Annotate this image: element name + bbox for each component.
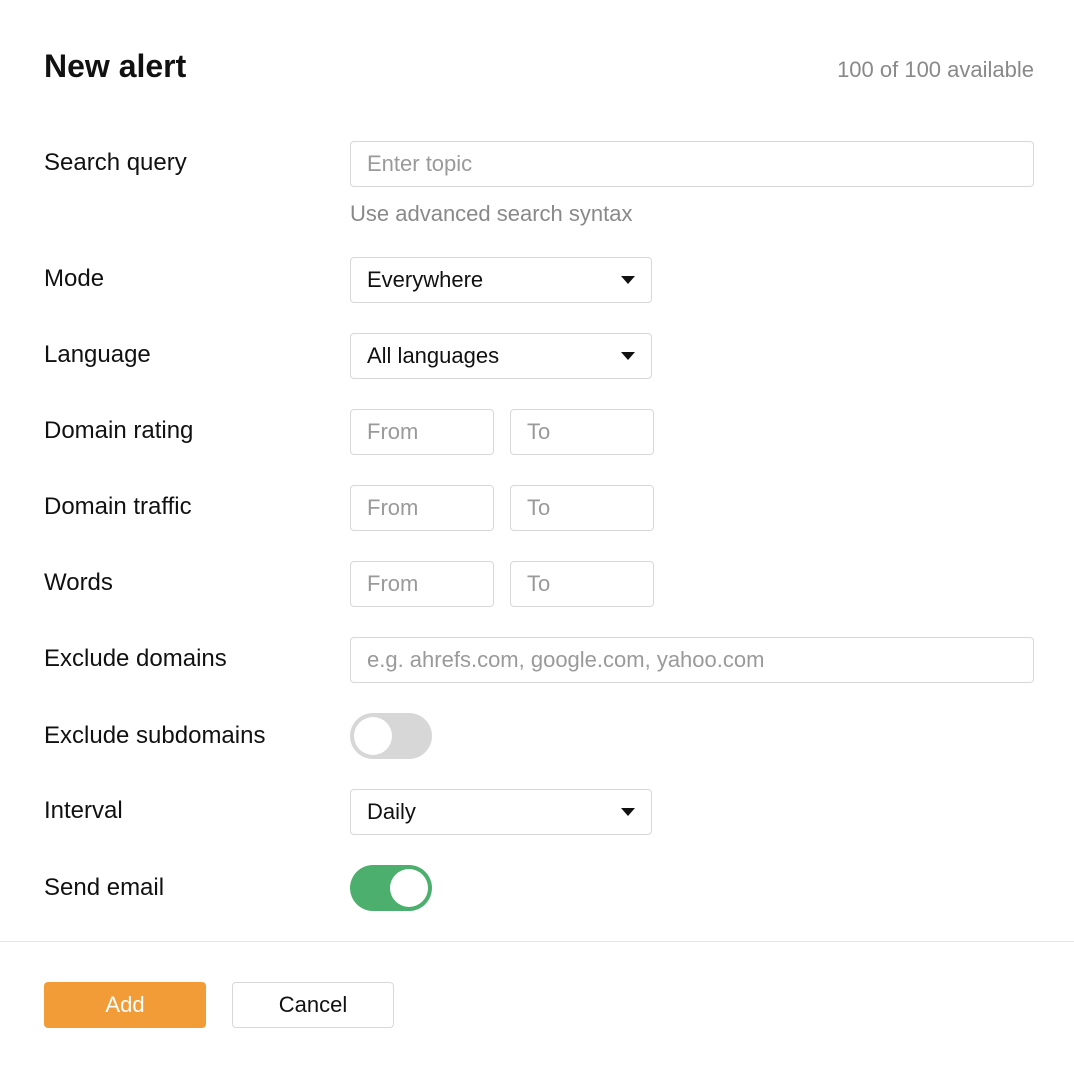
form-header: New alert 100 of 100 available	[44, 48, 1034, 85]
send-email-label: Send email	[44, 874, 350, 902]
page-title: New alert	[44, 48, 186, 85]
exclude-subdomains-toggle[interactable]	[350, 713, 432, 759]
search-query-hint: Use advanced search syntax	[350, 201, 1034, 227]
language-select-value: All languages	[367, 343, 499, 369]
domain-rating-from-input[interactable]	[350, 409, 494, 455]
send-email-toggle[interactable]	[350, 865, 432, 911]
toggle-knob	[354, 717, 392, 755]
add-button[interactable]: Add	[44, 982, 206, 1028]
language-label: Language	[44, 333, 350, 369]
cancel-button[interactable]: Cancel	[232, 982, 394, 1028]
interval-label: Interval	[44, 789, 350, 825]
mode-select[interactable]: Everywhere	[350, 257, 652, 303]
availability-text: 100 of 100 available	[837, 57, 1034, 83]
domain-rating-label: Domain rating	[44, 409, 350, 445]
caret-down-icon	[621, 352, 635, 360]
words-from-input[interactable]	[350, 561, 494, 607]
domain-traffic-to-input[interactable]	[510, 485, 654, 531]
exclude-domains-input[interactable]	[350, 637, 1034, 683]
toggle-knob	[390, 869, 428, 907]
search-query-label: Search query	[44, 141, 350, 177]
domain-traffic-from-input[interactable]	[350, 485, 494, 531]
caret-down-icon	[621, 276, 635, 284]
interval-select[interactable]: Daily	[350, 789, 652, 835]
exclude-subdomains-label: Exclude subdomains	[44, 722, 350, 750]
language-select[interactable]: All languages	[350, 333, 652, 379]
interval-select-value: Daily	[367, 799, 416, 825]
domain-traffic-label: Domain traffic	[44, 485, 350, 521]
words-label: Words	[44, 561, 350, 597]
mode-select-value: Everywhere	[367, 267, 483, 293]
words-to-input[interactable]	[510, 561, 654, 607]
mode-label: Mode	[44, 257, 350, 293]
caret-down-icon	[621, 808, 635, 816]
search-query-input[interactable]	[350, 141, 1034, 187]
exclude-domains-label: Exclude domains	[44, 637, 350, 673]
domain-rating-to-input[interactable]	[510, 409, 654, 455]
form-footer: Add Cancel	[0, 941, 1074, 1068]
